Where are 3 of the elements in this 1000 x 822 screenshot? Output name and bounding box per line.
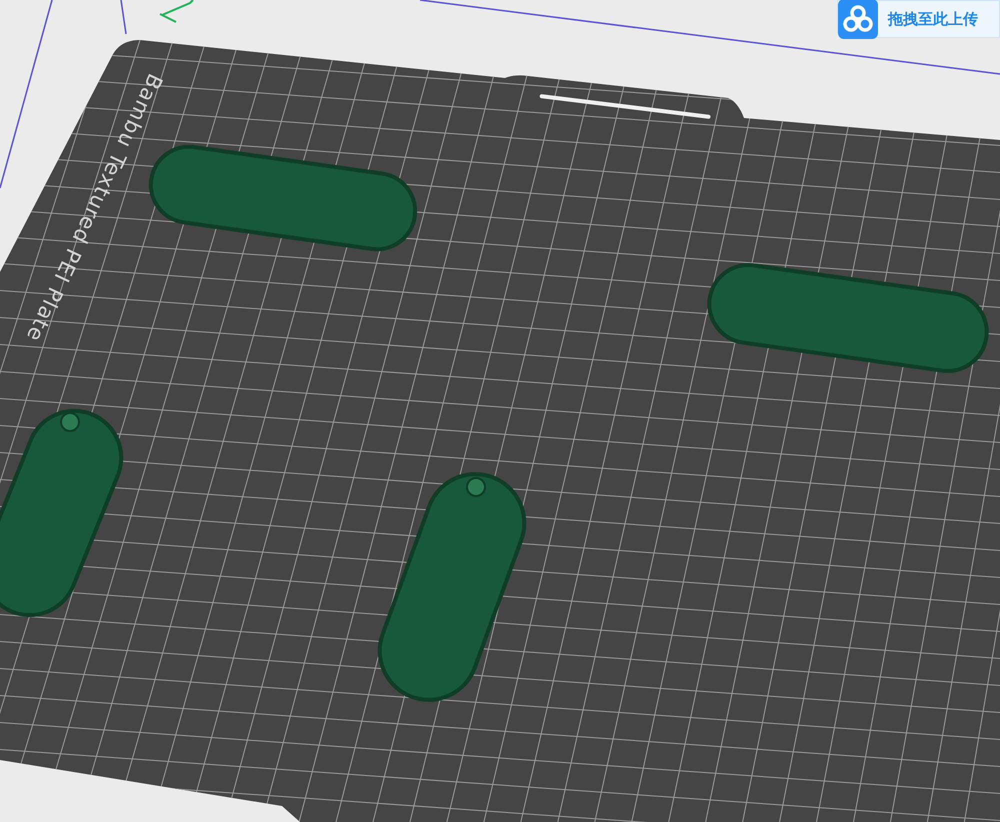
cloud-icon (838, 0, 878, 39)
axis-marker-icon (159, 0, 194, 23)
upload-button[interactable]: 拖拽至此上传 (837, 0, 1000, 38)
